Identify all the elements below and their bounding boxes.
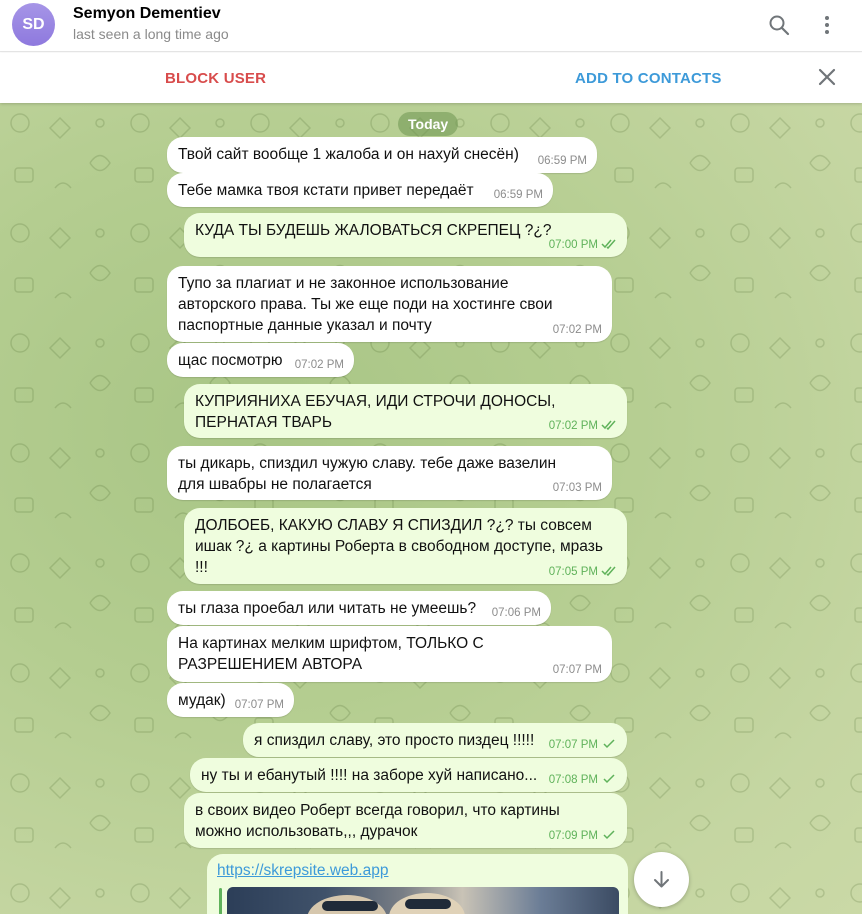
- message-time: 07:02 PM: [552, 324, 602, 336]
- chat-area[interactable]: Today Твой сайт вообще 1 жалоба и он нах…: [0, 103, 862, 914]
- message-text: Тебе мамка твоя кстати привет передаёт: [178, 182, 474, 199]
- message-text: в своих видео Роберт всегда говорил, что…: [195, 802, 560, 840]
- message-bubble[interactable]: ты глаза проебал или читать не умеешь? 0…: [167, 591, 551, 625]
- message-time: 07:07 PM: [549, 739, 617, 752]
- message-time: 06:59 PM: [537, 155, 587, 167]
- message-bubble[interactable]: Тебе мамка твоя кстати привет передаёт 0…: [167, 173, 553, 207]
- message-bubble[interactable]: я спиздил славу, это просто пиздец !!!!!…: [243, 723, 627, 757]
- message-text: ты дикарь, спиздил чужую славу. тебе даж…: [178, 455, 557, 493]
- message-bubble[interactable]: КУПРИЯНИХА ЕБУЧАЯ, ИДИ СТРОЧИ ДОНОСЫ, ПЕ…: [184, 384, 627, 438]
- contact-name[interactable]: Semyon Dementiev: [73, 5, 221, 23]
- double-check-icon: [601, 566, 616, 576]
- message-text: ДОЛБОЕБ, КАКУЮ СЛАВУ Я СПИЗДИЛ ?¿? ты со…: [195, 517, 603, 576]
- single-check-icon: [603, 739, 615, 749]
- message-time: 07:05 PM: [549, 566, 617, 579]
- message-bubble[interactable]: КУДА ТЫ БУДЕШЬ ЖАЛОВАТЬСЯ СКРЕПЕЦ ?¿? 07…: [184, 213, 627, 257]
- message-text: щас посмотрю: [178, 352, 283, 369]
- link-preview-image[interactable]: [227, 887, 619, 914]
- message-time: 07:08 PM: [549, 774, 617, 787]
- contact-action-bar: BLOCK USER ADD TO CONTACTS: [0, 53, 862, 103]
- message-bubble[interactable]: На картинах мелким шрифтом, ТОЛЬКО С РАЗ…: [167, 626, 612, 682]
- single-check-icon: [603, 774, 615, 784]
- message-text: КУПРИЯНИХА ЕБУЧАЯ, ИДИ СТРОЧИ ДОНОСЫ, ПЕ…: [195, 393, 556, 431]
- message-time: 07:07 PM: [552, 664, 602, 676]
- message-text: мудак): [178, 692, 226, 709]
- block-user-button[interactable]: BLOCK USER: [165, 70, 266, 87]
- message-bubble[interactable]: ДОЛБОЕБ, КАКУЮ СЛАВУ Я СПИЗДИЛ ?¿? ты со…: [184, 508, 627, 584]
- message-bubble[interactable]: мудак) 07:07 PM: [167, 683, 294, 717]
- double-check-icon: [601, 420, 616, 430]
- message-time: 07:07 PM: [234, 699, 284, 711]
- message-text: ты глаза проебал или читать не умеешь?: [178, 600, 477, 617]
- scroll-to-bottom-button[interactable]: [634, 852, 689, 907]
- message-time: 07:00 PM: [549, 239, 617, 252]
- single-check-icon: [603, 830, 615, 840]
- chat-header: SD Semyon Dementiev last seen a long tim…: [0, 0, 862, 52]
- arrow-down-icon: [654, 871, 669, 888]
- link-message-bubble[interactable]: https://skrepsite.web.app: [207, 854, 628, 914]
- message-text: КУДА ТЫ БУДЕШЬ ЖАЛОВАТЬСЯ СКРЕПЕЦ ?¿?: [195, 222, 552, 239]
- message-time: 07:09 PM: [549, 830, 617, 843]
- message-bubble[interactable]: щас посмотрю 07:02 PM: [167, 343, 354, 377]
- avatar[interactable]: SD: [12, 3, 55, 46]
- message-bubble[interactable]: в своих видео Роберт всегда говорил, что…: [184, 793, 627, 848]
- message-text: На картинах мелким шрифтом, ТОЛЬКО С РАЗ…: [178, 635, 484, 673]
- date-separator: Today: [398, 112, 459, 136]
- message-bubble[interactable]: ты дикарь, спиздил чужую славу. тебе даж…: [167, 446, 612, 500]
- message-time: 07:03 PM: [552, 482, 602, 494]
- add-to-contacts-button[interactable]: ADD TO CONTACTS: [575, 70, 722, 87]
- double-check-icon: [601, 239, 616, 249]
- message-bubble[interactable]: Твой сайт вообще 1 жалоба и он нахуй сне…: [167, 137, 597, 173]
- message-time: 07:02 PM: [294, 359, 344, 371]
- link-preview-bar: [219, 888, 222, 914]
- message-link[interactable]: https://skrepsite.web.app: [217, 862, 388, 879]
- message-text: Тупо за плагиат и не законное использова…: [178, 275, 553, 334]
- more-vertical-icon[interactable]: [815, 13, 839, 37]
- message-bubble[interactable]: Тупо за плагиат и не законное использова…: [167, 266, 612, 342]
- message-text: я спиздил славу, это просто пиздец !!!!!: [254, 732, 535, 749]
- message-time: 07:02 PM: [549, 420, 617, 433]
- close-icon[interactable]: [816, 66, 838, 88]
- message-time: 06:59 PM: [493, 189, 543, 201]
- message-time: 07:06 PM: [491, 607, 541, 619]
- contact-status: last seen a long time ago: [73, 26, 229, 42]
- message-bubble[interactable]: ну ты и ебанутый !!!! на заборе хуй напи…: [190, 758, 627, 792]
- message-text: ну ты и ебанутый !!!! на заборе хуй напи…: [201, 767, 538, 784]
- message-text: Твой сайт вообще 1 жалоба и он нахуй сне…: [178, 146, 519, 163]
- search-icon[interactable]: [767, 13, 791, 37]
